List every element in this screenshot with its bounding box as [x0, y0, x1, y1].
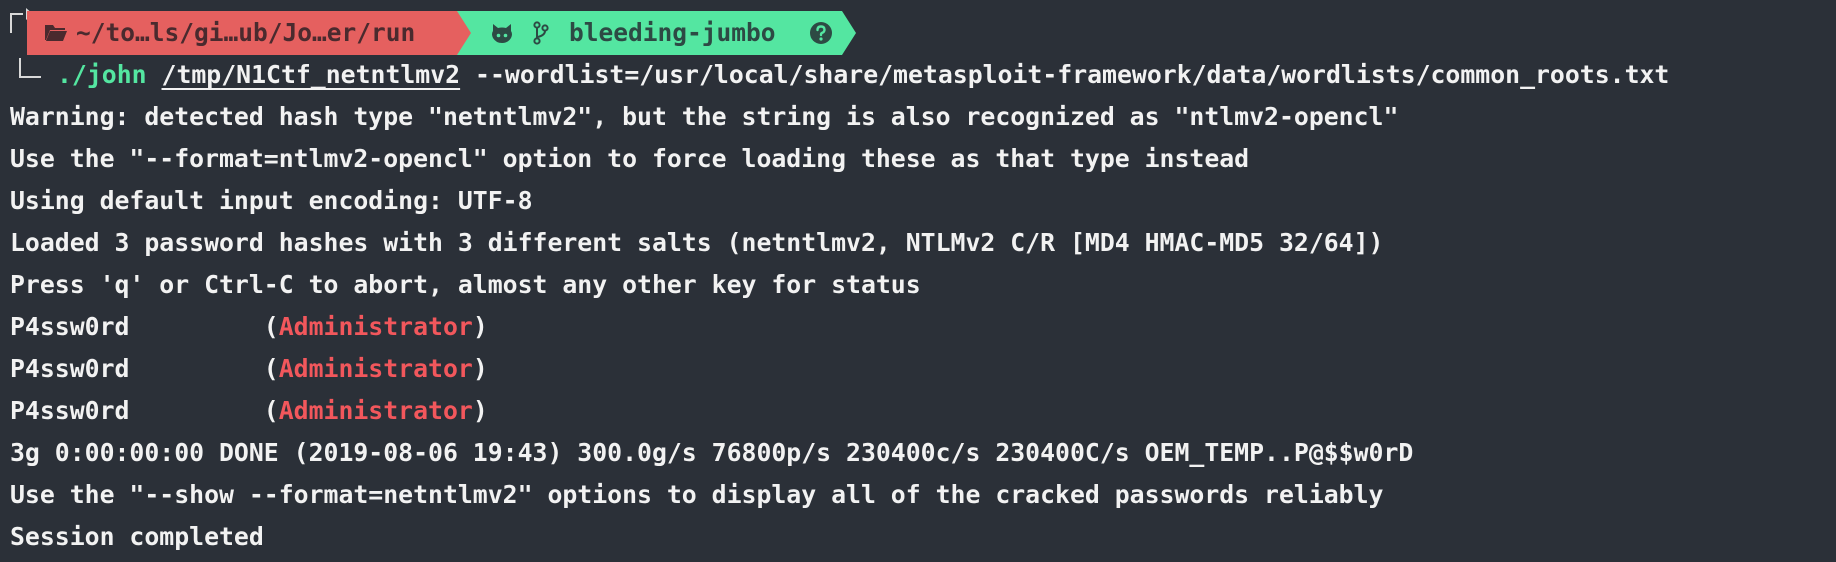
- cracked-row: P4ssw0rd (Administrator): [10, 354, 488, 383]
- prompt-git-separator: [842, 11, 856, 55]
- output-status: 3g 0:00:00:00 DONE (2019-08-06 19:43) 30…: [10, 438, 1414, 467]
- git-branch-icon: [533, 21, 549, 45]
- command-line[interactable]: ./john /tmp/N1Ctf_netntlmv2 --wordlist=/…: [57, 54, 1669, 96]
- output-show-hint: Use the "--show --format=netntlmv2" opti…: [10, 480, 1384, 509]
- output-press-hint: Press 'q' or Ctrl-C to abort, almost any…: [10, 270, 921, 299]
- folder-icon: [45, 25, 67, 41]
- output-encoding: Using default input encoding: UTF-8: [10, 186, 533, 215]
- cracked-row: P4ssw0rd (Administrator): [10, 312, 488, 341]
- github-icon: [492, 24, 512, 43]
- cracked-password: P4ssw0rd: [10, 354, 130, 383]
- cracked-password: P4ssw0rd: [10, 396, 130, 425]
- prompt-bar: ~/to…ls/gi…ub/Jo…er/run bleeding-jumbo: [0, 11, 1836, 55]
- command-hash-file: /tmp/N1Ctf_netntlmv2: [161, 60, 461, 89]
- prompt-branch: bleeding-jumbo: [569, 18, 776, 47]
- cracked-user: Administrator: [278, 312, 473, 341]
- help-icon: [810, 22, 832, 44]
- command-executable: ./john: [57, 60, 147, 89]
- output-loaded: Loaded 3 password hashes with 3 differen…: [10, 228, 1384, 257]
- prompt-path: ~/to…ls/gi…ub/Jo…er/run: [76, 18, 416, 47]
- command-options: --wordlist=/usr/local/share/metasploit-f…: [460, 60, 1670, 89]
- cracked-user: Administrator: [278, 354, 473, 383]
- cracked-row: P4ssw0rd (Administrator): [10, 396, 488, 425]
- prompt-corner-bottom: [19, 58, 41, 78]
- cracked-password: P4ssw0rd: [10, 312, 130, 341]
- output-format-hint: Use the "--format=ntlmv2-opencl" option …: [10, 144, 1250, 173]
- output-warning: Warning: detected hash type "netntlmv2",…: [10, 102, 1399, 131]
- prompt-path-separator: [457, 11, 471, 55]
- output-session: Session completed: [10, 522, 264, 551]
- terminal-window[interactable]: ~/to…ls/gi…ub/Jo…er/run bleeding-jumbo .…: [0, 0, 1836, 562]
- cracked-user: Administrator: [278, 396, 473, 425]
